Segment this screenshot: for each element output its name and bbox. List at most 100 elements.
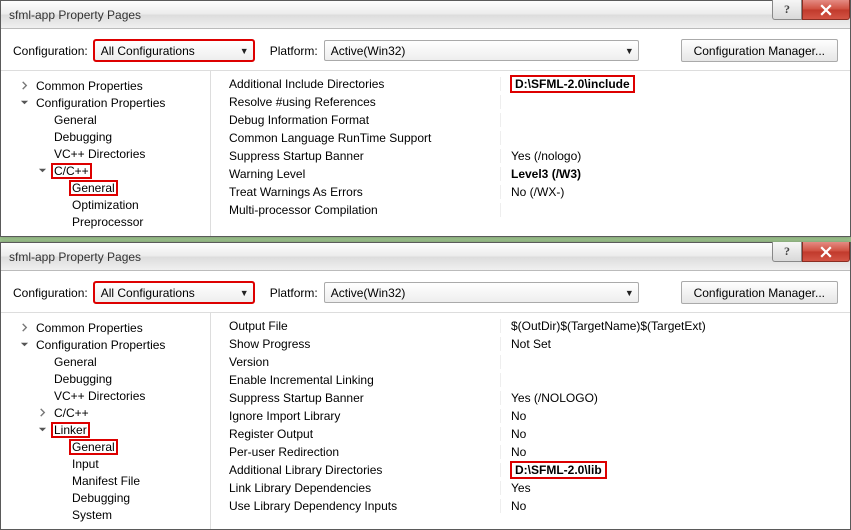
tree-item-label: General [52,355,99,369]
close-button[interactable] [802,0,850,20]
tree-item-label: Common Properties [34,321,145,335]
tree-item[interactable]: VC++ Directories [5,387,206,404]
property-name: Show Progress [211,337,501,351]
platform-dropdown[interactable]: Active(Win32) ▼ [324,40,639,61]
configuration-manager-button[interactable]: Configuration Manager... [681,39,838,62]
tree-item-label: General [70,440,117,454]
property-name: Per-user Redirection [211,445,501,459]
tree-item[interactable]: Manifest File [5,472,206,489]
chevron-down-icon: ▼ [625,288,634,298]
tree-item[interactable]: Debugging [5,489,206,506]
help-button[interactable]: ? [772,0,802,20]
property-row[interactable]: Show Progress Not Set [211,335,850,353]
titlebar: sfml-app Property Pages ? [1,243,850,271]
property-value: Level3 (/W3) [501,167,850,181]
tree-item-label: Input [70,457,101,471]
property-row[interactable]: Debug Information Format [211,111,850,129]
configuration-label: Configuration: [13,286,88,300]
property-value: No (/WX-) [501,185,850,199]
tree-item[interactable]: Configuration Properties [5,94,206,111]
property-row[interactable]: Per-user Redirection No [211,443,850,461]
configuration-value: All Configurations [101,286,195,300]
property-row[interactable]: Version [211,353,850,371]
property-row[interactable]: Resolve #using References [211,93,850,111]
property-row[interactable]: Warning Level Level3 (/W3) [211,165,850,183]
close-button[interactable] [802,242,850,262]
platform-dropdown[interactable]: Active(Win32) ▼ [324,282,639,303]
tree-item[interactable]: General [5,111,206,128]
tree-item[interactable]: Configuration Properties [5,336,206,353]
tree-item[interactable]: Common Properties [5,77,206,94]
tree-item[interactable]: C/C++ [5,404,206,421]
tree-item[interactable]: Debugging [5,370,206,387]
property-row[interactable]: Suppress Startup Banner Yes (/nologo) [211,147,850,165]
tree-item[interactable]: General [5,353,206,370]
property-name: Multi-processor Compilation [211,203,501,217]
property-name: Resolve #using References [211,95,501,109]
property-row[interactable]: Ignore Import Library No [211,407,850,425]
property-value: No [501,409,850,423]
dialog-body: Common Properties Configuration Properti… [1,71,850,236]
property-name: Ignore Import Library [211,409,501,423]
property-pages-window: sfml-app Property Pages ? Configuration:… [0,242,851,530]
configuration-dropdown[interactable]: All Configurations ▼ [94,282,254,303]
tree-collapse-icon[interactable] [37,165,48,176]
help-button[interactable]: ? [772,242,802,262]
chevron-down-icon: ▼ [625,46,634,56]
tree-item-label: VC++ Directories [52,147,147,161]
tree-item[interactable]: Common Properties [5,319,206,336]
property-name: Debug Information Format [211,113,501,127]
property-value: No [501,499,850,513]
tree-collapse-icon[interactable] [37,424,48,435]
property-value: No [501,427,850,441]
property-pages-window: sfml-app Property Pages ? Configuration:… [0,0,851,237]
property-value: Not Set [501,337,850,351]
property-value: Yes (/NOLOGO) [501,391,850,405]
tree-item[interactable]: Preprocessor [5,213,206,230]
property-row[interactable]: Additional Include Directories D:\SFML-2… [211,75,850,93]
property-value: $(OutDir)$(TargetName)$(TargetExt) [501,319,850,333]
property-value: No [501,445,850,459]
property-name: Register Output [211,427,501,441]
config-toolbar: Configuration: All Configurations ▼ Plat… [1,29,850,71]
tree-expand-icon[interactable] [19,322,30,333]
configuration-dropdown[interactable]: All Configurations ▼ [94,40,254,61]
property-row[interactable]: Enable Incremental Linking [211,371,850,389]
tree-item[interactable]: VC++ Directories [5,145,206,162]
tree-expand-icon[interactable] [37,407,48,418]
tree-item[interactable]: General [5,438,206,455]
configuration-value: All Configurations [101,44,195,58]
tree-item-label: C/C++ [52,406,91,420]
tree-item-label: General [70,181,117,195]
property-value: D:\SFML-2.0\lib [511,462,606,478]
property-row[interactable]: Link Library Dependencies Yes [211,479,850,497]
window-title: sfml-app Property Pages [9,8,141,22]
platform-label: Platform: [270,44,318,58]
nav-tree: Common Properties Configuration Properti… [1,313,211,529]
property-row[interactable]: Common Language RunTime Support [211,129,850,147]
tree-item-label: Preprocessor [70,215,145,229]
property-row[interactable]: Suppress Startup Banner Yes (/NOLOGO) [211,389,850,407]
tree-item[interactable]: Debugging [5,128,206,145]
tree-collapse-icon[interactable] [19,97,30,108]
configuration-label: Configuration: [13,44,88,58]
property-row[interactable]: Additional Library Directories D:\SFML-2… [211,461,850,479]
tree-item[interactable]: General [5,179,206,196]
property-row[interactable]: Multi-processor Compilation [211,201,850,219]
configuration-manager-button[interactable]: Configuration Manager... [681,281,838,304]
tree-item[interactable]: Input [5,455,206,472]
property-row[interactable]: Output File $(OutDir)$(TargetName)$(Targ… [211,317,850,335]
tree-item[interactable]: System [5,506,206,523]
property-row[interactable]: Register Output No [211,425,850,443]
property-name: Treat Warnings As Errors [211,185,501,199]
tree-item[interactable]: Linker [5,421,206,438]
tree-item[interactable]: C/C++ [5,162,206,179]
property-row[interactable]: Use Library Dependency Inputs No [211,497,850,515]
tree-item-label: System [70,508,114,522]
property-name: Additional Library Directories [211,463,501,477]
platform-value: Active(Win32) [331,44,406,58]
tree-collapse-icon[interactable] [19,339,30,350]
property-row[interactable]: Treat Warnings As Errors No (/WX-) [211,183,850,201]
tree-item[interactable]: Optimization [5,196,206,213]
tree-expand-icon[interactable] [19,80,30,91]
